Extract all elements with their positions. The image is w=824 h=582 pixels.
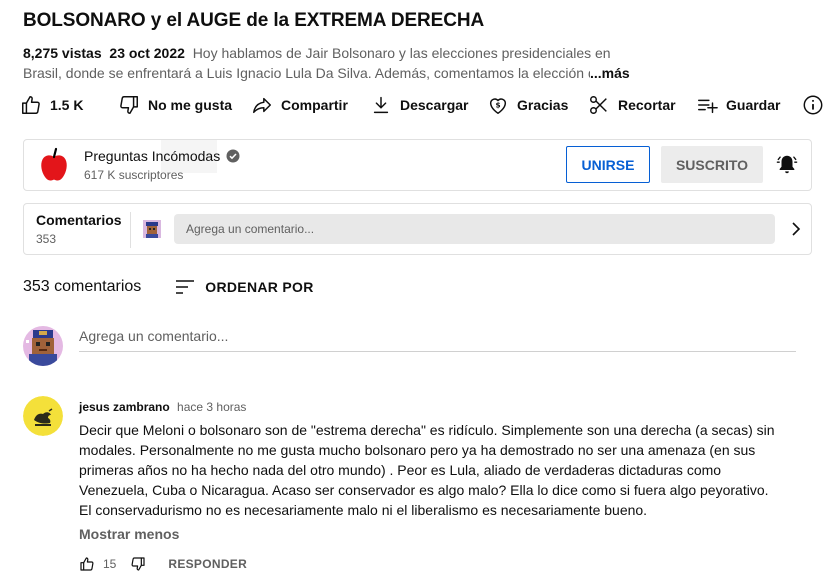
comments-header: 353 comentarios ORDENAR POR [23, 278, 314, 296]
sort-icon [176, 280, 195, 294]
thumbs-down-icon [120, 96, 138, 114]
chevron-right-icon[interactable] [788, 220, 804, 238]
description-line-1: Hoy hablamos de Jair Bolsonaro y las ele… [192, 45, 611, 61]
show-less-link[interactable]: Mostrar menos [79, 526, 179, 542]
comments-total: 353 comentarios [23, 278, 142, 295]
comment-author[interactable]: jesus zambrano [79, 400, 170, 414]
channel-name-row[interactable]: Preguntas Incómodas [84, 148, 240, 164]
video-title: BOLSONARO y el AUGE de la EXTREMA DERECH… [23, 10, 485, 31]
comment-time[interactable]: hace 3 horas [177, 400, 246, 414]
share-label: Compartir [281, 97, 348, 113]
save-label: Guardar [726, 97, 781, 113]
comment-header: jesus zambrano hace 3 horas [79, 400, 246, 414]
share-button[interactable]: Compartir [251, 94, 370, 116]
dislike-label: No me gusta [148, 97, 233, 113]
comment-line: El conservadurismo no es necesariamente … [79, 502, 648, 518]
notification-bell-icon[interactable] [776, 153, 798, 175]
channel-name: Preguntas Incómodas [84, 148, 221, 164]
thumbs-up-icon [22, 96, 40, 114]
comment-line: Venezuela, Cuba o Nicaragua. Acaso ser c… [79, 482, 769, 498]
like-button[interactable]: 1.5 K [20, 94, 118, 116]
channel-card: Preguntas Incómodas 617 K suscriptores U… [23, 139, 812, 191]
reply-button[interactable]: RESPONDER [168, 557, 247, 571]
scissors-icon [590, 96, 607, 114]
upload-date: 23 oct 2022 [109, 45, 185, 61]
download-icon [373, 96, 389, 114]
save-button[interactable]: Guardar [696, 94, 802, 116]
download-label: Descargar [400, 97, 469, 113]
show-more-link[interactable]: ...más [590, 63, 630, 83]
info-icon [803, 95, 823, 115]
divider [130, 212, 131, 248]
subscriber-count: 617 K suscriptores [84, 168, 184, 182]
channel-logo-apple[interactable] [38, 147, 70, 185]
comments-summary-card[interactable]: Comentarios 353 Agrega un comentario... [23, 203, 812, 255]
playlist-add-icon [698, 99, 718, 114]
svg-text:$: $ [495, 100, 500, 109]
sort-button[interactable]: ORDENAR POR [175, 278, 313, 296]
add-comment-input[interactable]: Agrega un comentario... [79, 328, 796, 352]
comment-input-compact[interactable]: Agrega un comentario... [174, 214, 775, 244]
thanks-label: Gracias [517, 97, 569, 113]
comment-line: primeras años no ha hecho nada del otro … [79, 462, 722, 478]
comment-actions: 15 RESPONDER [79, 556, 247, 572]
user-avatar-small [143, 220, 161, 238]
comments-title: Comentarios [36, 212, 122, 228]
commenter-avatar[interactable] [23, 396, 63, 436]
clip-label: Recortar [618, 97, 676, 113]
comment-like-icon[interactable] [79, 556, 95, 572]
like-count: 1.5 K [50, 97, 84, 113]
thanks-button[interactable]: $ Gracias [487, 94, 588, 116]
share-icon [253, 97, 271, 114]
action-bar: 1.5 K No me gusta Compartir Descargar $ … [20, 92, 824, 118]
video-description[interactable]: 8,275 vistas 23 oct 2022 Hoy hablamos de… [23, 43, 663, 83]
join-button[interactable]: UNIRSE [566, 146, 650, 183]
subscribed-button[interactable]: SUSCRITO [661, 146, 763, 183]
dislike-button[interactable]: No me gusta [118, 94, 251, 116]
comment-text: Decir que Meloni o bolsonaro son de "est… [79, 420, 779, 520]
comments-count: 353 [36, 232, 57, 246]
description-line-2: Brasil, donde se enfrentará a Luis Ignac… [23, 65, 590, 81]
thanks-heart-icon: $ [489, 98, 507, 114]
comment-like-count: 15 [103, 557, 117, 571]
download-button[interactable]: Descargar [370, 94, 487, 116]
clip-button[interactable]: Recortar [588, 94, 696, 116]
comment-line: Decir que Meloni o bolsonaro son de "est… [79, 422, 775, 438]
sort-label: ORDENAR POR [205, 279, 314, 295]
verified-check-icon [226, 149, 240, 163]
comment-line: modales. Personalmente no me gusta mucho… [79, 442, 756, 458]
comment-dislike-icon[interactable] [130, 556, 146, 572]
view-count: 8,275 vistas [23, 45, 102, 61]
current-user-avatar [23, 326, 63, 366]
more-info-button[interactable] [802, 94, 824, 116]
